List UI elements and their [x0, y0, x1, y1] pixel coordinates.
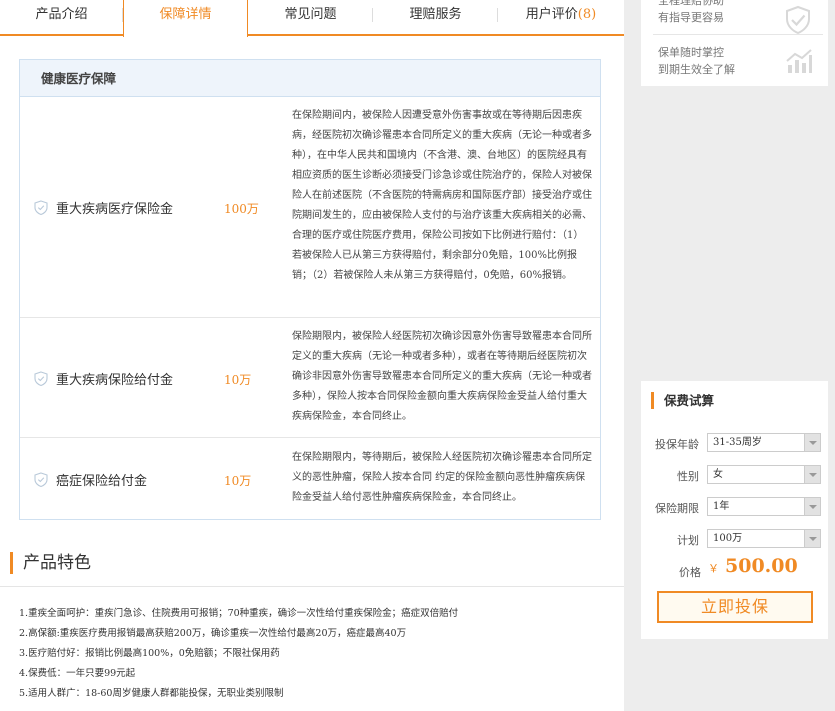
coverage-description: 保险期限内，被保险人经医院初次确诊因意外伤害导致罹患本合同所定义的重大疾病（无论… [292, 331, 592, 422]
coverage-row: 重大疾病保险给付金 10万 保险期限内，被保险人经医院初次确诊因意外伤害导致罹患… [20, 318, 600, 438]
tab-claims-service[interactable]: 理赔服务 [373, 0, 498, 34]
gender-label: 性别 [677, 470, 699, 483]
shield-check-icon [786, 5, 810, 35]
coverage-name: 重大疾病医疗保险金 [34, 198, 173, 217]
shield-icon [34, 472, 48, 487]
calculator-title: 保费试算 [651, 392, 714, 409]
tab-user-reviews[interactable]: 用户评价(8) [498, 0, 624, 34]
coverage-row: 重大疾病医疗保险金 100万 在保险期间内，被保险人因遭受意外伤害事故或在等待期… [20, 97, 600, 318]
price-amount: 500.00 [725, 555, 798, 577]
plan-label: 计划 [677, 534, 699, 547]
list-item: 5.适用人群广：18-60周岁健康人群都能投保，无职业类别限制 [19, 688, 284, 699]
promo-item: 全程理赔协助 有指导更容易 [658, 0, 724, 24]
list-item: 2.高保额:重疾医疗费用报销最高获赔200万，确诊重疾一次性给付最高20万，癌症… [19, 628, 407, 639]
chevron-down-icon [804, 498, 820, 515]
review-count: (8) [577, 7, 597, 22]
plan-select[interactable]: 100万 [707, 529, 821, 548]
coverage-description: 在保险期间内，被保险人因遭受意外伤害事故或在等待期后因患疾病，经医院初次确诊罹患… [292, 110, 592, 281]
product-tabs: 产品介绍 保障详情 常见问题 理赔服务 用户评价(8) [0, 0, 624, 37]
price-label: 价格 [679, 566, 701, 579]
coverage-row: 癌症保险给付金 10万 在保险期限内，等待期后，被保险人经医院初次确诊罹患本合同… [20, 438, 600, 519]
divider [0, 586, 624, 587]
coverage-name: 癌症保险给付金 [34, 470, 147, 489]
tab-coverage-details[interactable]: 保障详情 [123, 0, 248, 37]
features-title: 产品特色 [10, 552, 91, 574]
coverage-amount: 10万 [224, 373, 252, 387]
promo-item: 保单随时掌控 到期生效全了解 [658, 46, 735, 76]
tab-product-intro[interactable]: 产品介绍 [0, 0, 123, 34]
chevron-down-icon [804, 466, 820, 483]
growth-chart-icon [786, 49, 812, 73]
chevron-down-icon [804, 434, 820, 451]
shield-icon [34, 371, 48, 386]
term-label: 保险期限 [655, 502, 699, 515]
buy-now-button[interactable]: 立即投保 [657, 591, 813, 623]
main-content: 产品介绍 保障详情 常见问题 理赔服务 用户评价(8) 健康医疗保障 重大疾病医… [0, 0, 624, 711]
gender-select[interactable]: 女 [707, 465, 821, 484]
coverage-table-title: 健康医疗保障 [20, 60, 600, 97]
features-list: 1.重疾全面呵护：重疾门急诊、住院费用可报销；70种重疾，确诊一次性给付重疾保险… [19, 604, 458, 704]
age-label: 投保年龄 [655, 438, 699, 451]
list-item: 4.保费低：一年只要99元起 [19, 668, 136, 679]
coverage-amount: 100万 [224, 202, 259, 216]
age-select[interactable]: 31-35周岁 [707, 433, 821, 452]
price-value: ￥ 500.00 [708, 555, 798, 577]
currency-symbol: ￥ [708, 562, 719, 575]
coverage-table: 健康医疗保障 重大疾病医疗保险金 100万 在保险期间内，被保险人因遭受意外伤害… [19, 59, 601, 520]
coverage-amount: 10万 [224, 474, 252, 488]
premium-calculator: 保费试算 投保年龄 31-35周岁 性别 女 保险期限 1年 计划 100万 价… [641, 381, 828, 639]
divider [653, 34, 823, 35]
shield-icon [34, 200, 48, 215]
coverage-name: 重大疾病保险给付金 [34, 369, 173, 388]
right-sidebar: 全程理赔协助 有指导更容易 保单随时掌控 到期生效全了解 保费试算 投保年龄 3… [624, 0, 835, 711]
list-item: 3.医疗赔付好：报销比例最高100%，0免赔额；不限社保用药 [19, 648, 280, 659]
term-select[interactable]: 1年 [707, 497, 821, 516]
tab-faq[interactable]: 常见问题 [248, 0, 373, 34]
service-promo: 全程理赔协助 有指导更容易 保单随时掌控 到期生效全了解 [641, 0, 828, 86]
chevron-down-icon [804, 530, 820, 547]
coverage-description: 在保险期限内，等待期后，被保险人经医院初次确诊罹患本合同所定义的恶性肿瘤，保险人… [292, 452, 592, 503]
list-item: 1.重疾全面呵护：重疾门急诊、住院费用可报销；70种重疾，确诊一次性给付重疾保险… [19, 608, 459, 619]
